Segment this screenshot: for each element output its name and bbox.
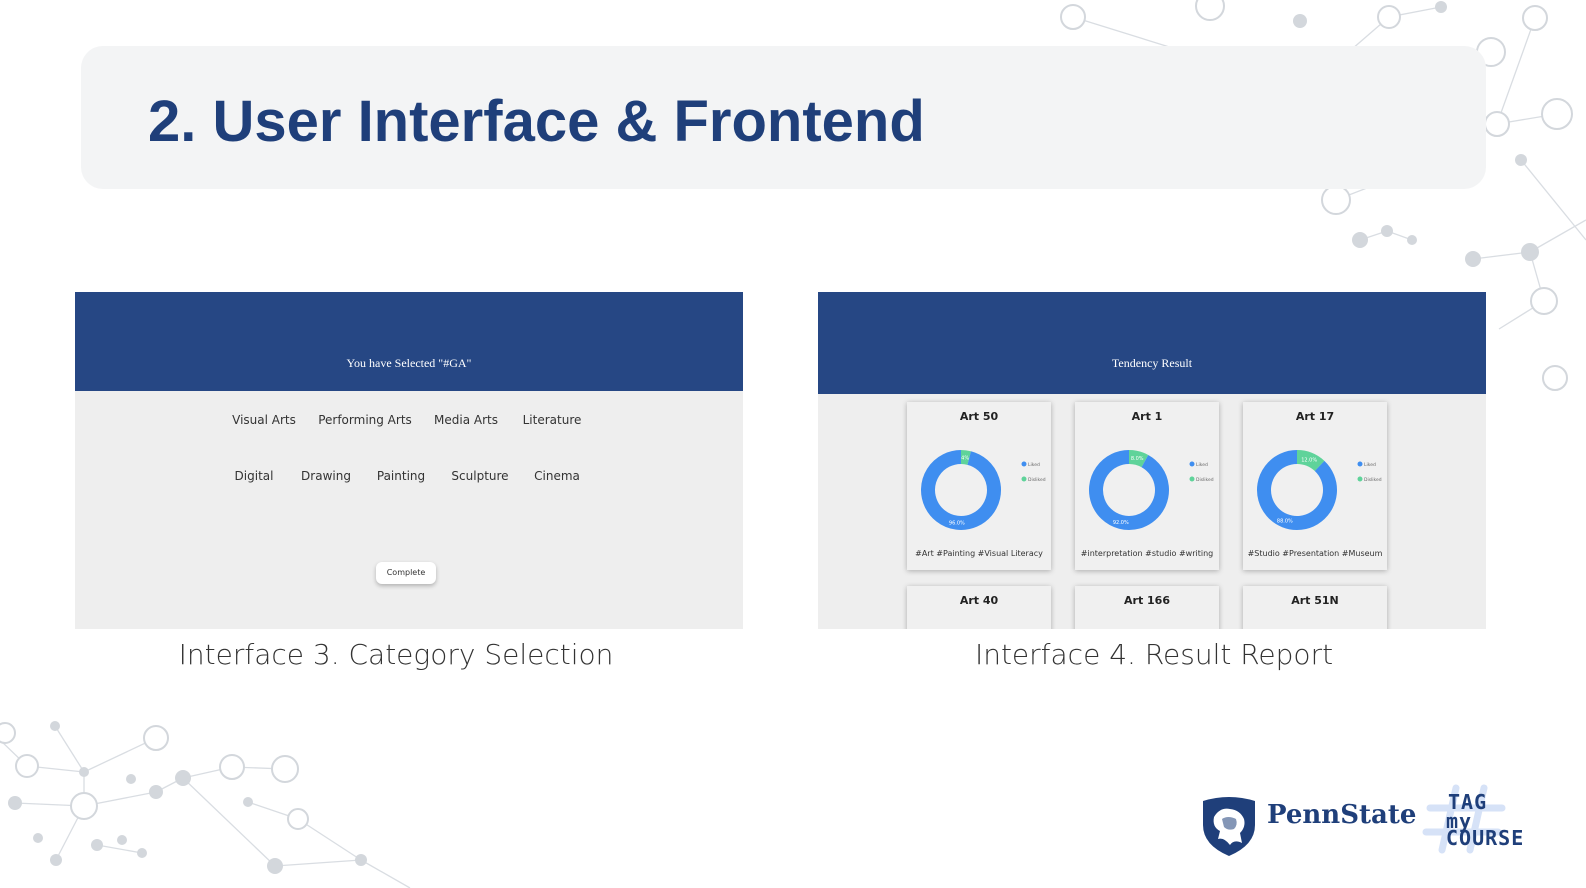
slide-title: 2. User Interface & Frontend — [148, 89, 925, 154]
result-header-text: Tendency Result — [1111, 356, 1193, 370]
pennstate-shield-logo — [1203, 797, 1255, 856]
disliked-pct-label: 12.0% — [1301, 457, 1317, 463]
category-performing-arts[interactable]: Performing Arts — [318, 413, 412, 427]
card-tags: #Art #Painting #Visual Literacy — [915, 549, 1043, 558]
result-card[interactable]: Art 1 92.0% 8.0% Liked Disliked #interpreta… — [1075, 402, 1219, 570]
result-card[interactable]: Art 166 — [1075, 586, 1219, 629]
category-painting[interactable]: Painting — [377, 469, 425, 483]
liked-slice — [1257, 450, 1337, 530]
liked-slice — [921, 450, 1001, 530]
pennstate-wordmark: PennState — [1267, 800, 1417, 830]
disliked-pct-label: 8.0% — [1131, 456, 1144, 462]
caption-interface-4: Interface 4. Result Report — [974, 638, 1334, 671]
result-card[interactable]: Art 50 96.0% 4% Liked Disliked #Art #Painti… — [907, 402, 1051, 570]
card-title: Art 51N — [1291, 594, 1339, 607]
liked-pct-label: 88.0% — [1277, 519, 1293, 525]
selection-header: You have Selected "#GA" — [75, 292, 743, 391]
result-card[interactable]: Art 40 — [907, 586, 1051, 629]
legend-label: Disliked — [1196, 477, 1214, 483]
card-title: Art 40 — [959, 594, 999, 607]
result-header: Tendency Result — [818, 292, 1486, 394]
category-visual-arts[interactable]: Visual Arts — [232, 413, 296, 427]
legend-swatch — [1021, 461, 1027, 467]
liked-slice — [1089, 450, 1169, 530]
liked-pct-label: 92.0% — [1113, 520, 1129, 526]
result-card[interactable]: Art 51N — [1243, 586, 1387, 629]
legend-swatch — [1357, 476, 1363, 482]
legend-label: Liked — [1196, 462, 1208, 468]
card-tags: #Studio #Presentation #Museum — [1247, 549, 1383, 558]
complete-button[interactable]: Complete — [376, 562, 436, 584]
legend-swatch — [1357, 461, 1363, 467]
legend-swatch — [1189, 461, 1195, 467]
legend-swatch — [1189, 476, 1195, 482]
category-digital[interactable]: Digital — [235, 469, 274, 483]
result-card[interactable]: Art 17 88.0% 12.0% Liked Disliked #Studio #… — [1243, 402, 1387, 570]
category-sculpture[interactable]: Sculpture — [451, 469, 508, 483]
result-report-screenshot: Tendency Result Art 50 96.0% 4% Liked Disli… — [818, 292, 1486, 629]
legend-label: Liked — [1028, 462, 1040, 468]
card-tags: #interpretation #studio #writing — [1080, 549, 1214, 558]
tagmycourse-line-3: COURSE — [1446, 826, 1525, 850]
donut-chart: 92.0% 8.0% Liked Disliked — [1089, 450, 1214, 530]
caption-interface-3: Interface 3. Category Selection — [178, 638, 614, 671]
selection-header-text: You have Selected "#GA" — [346, 356, 472, 370]
liked-pct-label: 96.0% — [949, 521, 965, 527]
legend-swatch — [1021, 476, 1027, 482]
category-drawing[interactable]: Drawing — [301, 469, 351, 483]
category-media-arts[interactable]: Media Arts — [434, 413, 498, 427]
donut-chart: 88.0% 12.0% Liked Disliked — [1257, 450, 1382, 530]
category-literature[interactable]: Literature — [523, 413, 582, 427]
legend-label: Disliked — [1028, 477, 1046, 483]
disliked-pct-label: 4% — [961, 455, 969, 461]
card-title: Art 166 — [1124, 594, 1170, 607]
legend-label: Liked — [1364, 462, 1376, 468]
category-selection-screenshot: You have Selected "#GA" Visual Arts Perf… — [75, 292, 743, 629]
category-cinema[interactable]: Cinema — [534, 469, 580, 483]
donut-chart: 96.0% 4% Liked Disliked — [921, 450, 1046, 530]
legend-label: Disliked — [1364, 477, 1382, 483]
